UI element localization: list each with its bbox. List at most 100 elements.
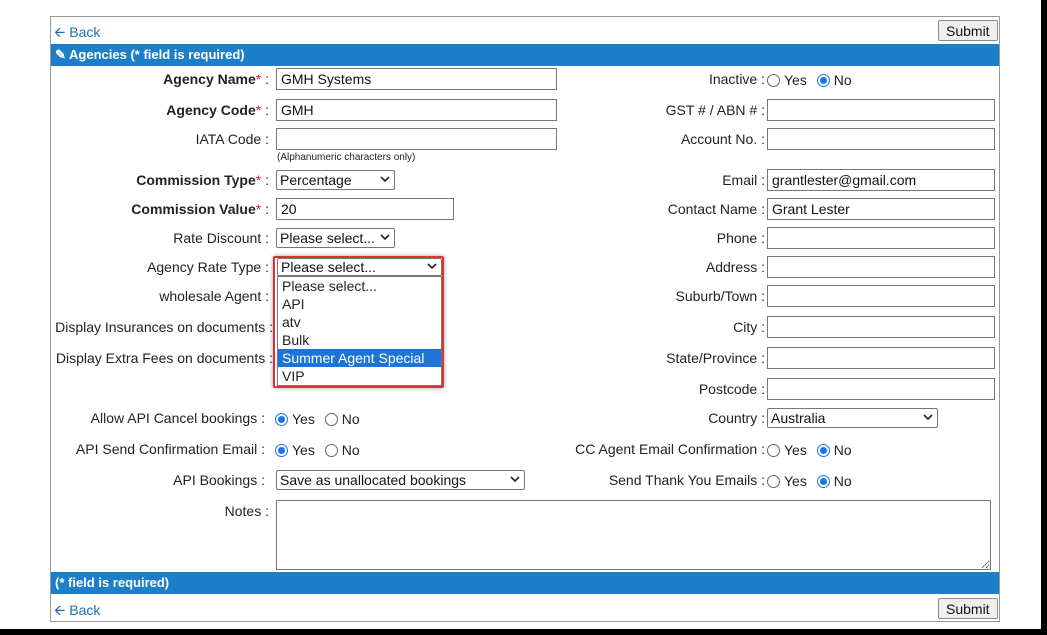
city-label: City : [733, 319, 765, 335]
cc-agent-email-label: CC Agent Email Confirmation : [575, 441, 765, 457]
state-label: State/Province : [666, 350, 765, 366]
dropdown-option[interactable]: VIP [278, 367, 441, 385]
send-thank-you-label: Send Thank You Emails : [608, 472, 765, 488]
allow-api-cancel-no-radio[interactable] [324, 413, 338, 426]
radio-label: No [341, 442, 360, 458]
rate-discount-select[interactable]: Please select... [276, 228, 395, 248]
agency-rate-type-dropdown: Please select... API atv Bulk Summer Age… [277, 276, 442, 386]
submit-button-bottom[interactable]: Submit [938, 598, 998, 619]
state-input[interactable] [767, 347, 995, 369]
radio-label: No [833, 442, 852, 458]
send-thank-you-no-radio[interactable] [816, 475, 830, 488]
phone-label: Phone : [716, 230, 765, 246]
commission-type-label: Commission Type* : [136, 172, 269, 188]
inactive-yes-radio[interactable] [767, 74, 780, 87]
api-bookings-label: API Bookings : [173, 472, 265, 488]
send-thank-you-yes-radio[interactable] [767, 475, 780, 488]
inactive-no-radio[interactable] [816, 74, 830, 87]
notes-textarea[interactable] [276, 500, 991, 570]
commission-value-label: Commission Value* : [131, 201, 269, 217]
chevron-down-icon [380, 176, 390, 183]
cc-agent-email-radio-group: Yes No [767, 442, 858, 458]
back-arrow-icon: 🡨 [54, 602, 66, 618]
radio-label: No [833, 473, 852, 489]
inactive-radio-group: Yes No [767, 72, 858, 88]
email-label: Email : [722, 172, 765, 188]
city-input[interactable] [767, 316, 995, 338]
api-send-confirmation-yes-radio[interactable] [275, 444, 288, 457]
agency-rate-type-value: Please select... [281, 259, 376, 275]
rate-discount-label: Rate Discount : [173, 230, 269, 246]
account-no-label: Account No. : [680, 131, 765, 147]
notes-label: Notes : [224, 503, 269, 519]
cc-agent-email-no-radio[interactable] [816, 444, 830, 457]
display-insurances-label: Display Insurances on documents : [55, 319, 273, 335]
dropdown-option[interactable]: Bulk [278, 331, 441, 349]
agency-name-input[interactable] [276, 68, 557, 90]
back-link-top[interactable]: 🡨 Back [54, 22, 100, 46]
form-footer-bar: (* field is required) [51, 572, 999, 594]
back-link-bottom[interactable]: 🡨 Back [54, 600, 100, 624]
dropdown-option[interactable]: Please select... [278, 277, 441, 295]
iata-code-label: IATA Code : [195, 131, 269, 147]
radio-label: Yes [292, 411, 315, 427]
contact-name-input[interactable] [767, 198, 995, 220]
radio-label: No [341, 411, 360, 427]
country-select[interactable]: Australia [767, 408, 938, 428]
api-bookings-value: Save as unallocated bookings [280, 472, 467, 488]
postcode-input[interactable] [767, 378, 995, 400]
dropdown-option[interactable]: API [278, 295, 441, 313]
iata-code-hint: (Alphanumeric characters only) [277, 152, 416, 163]
rate-discount-value: Please select... [280, 230, 375, 246]
postcode-label: Postcode : [698, 381, 765, 397]
commission-type-value: Percentage [280, 172, 352, 188]
back-label: Back [69, 24, 101, 40]
country-label: Country : [708, 410, 765, 426]
suburb-label: Suburb/Town : [675, 288, 766, 304]
commission-value-input[interactable] [276, 198, 454, 220]
screenshot-canvas: 🡨 Back Submit ✎ Agencies (* field is req… [0, 0, 1041, 629]
api-send-confirmation-label: API Send Confirmation Email : [75, 441, 265, 457]
suburb-input[interactable] [767, 285, 995, 307]
allow-api-cancel-label: Allow API Cancel bookings : [90, 410, 265, 426]
contact-name-label: Contact Name : [667, 201, 765, 217]
phone-input[interactable] [767, 227, 995, 249]
chevron-down-icon [427, 263, 437, 270]
form-header-bar: ✎ Agencies (* field is required) [51, 44, 999, 66]
radio-label: Yes [784, 473, 807, 489]
country-value: Australia [771, 410, 826, 426]
agency-code-input[interactable] [276, 99, 557, 121]
address-input[interactable] [767, 256, 995, 278]
agency-name-label: Agency Name* : [163, 71, 269, 87]
gst-abn-label: GST # / ABN # : [665, 102, 765, 118]
submit-button-top[interactable]: Submit [938, 20, 998, 41]
allow-api-cancel-yes-radio[interactable] [275, 413, 288, 426]
address-label: Address : [705, 259, 765, 275]
account-no-input[interactable] [767, 128, 995, 150]
dropdown-option-highlighted[interactable]: Summer Agent Special [278, 349, 441, 367]
agency-rate-type-select[interactable]: Please select... [277, 258, 442, 276]
dropdown-option[interactable]: atv [278, 313, 441, 331]
api-send-confirmation-radio-group: Yes No [275, 442, 366, 458]
agency-rate-type-label: Agency Rate Type : [147, 259, 269, 275]
api-bookings-select[interactable]: Save as unallocated bookings [276, 470, 525, 490]
send-thank-you-radio-group: Yes No [767, 473, 858, 489]
display-extra-fees-label: Display Extra Fees on documents : [55, 350, 273, 366]
email-input[interactable] [767, 169, 995, 191]
radio-label: Yes [784, 442, 807, 458]
chevron-down-icon [380, 234, 390, 241]
form-header-title: Agencies (* field is required) [69, 47, 245, 62]
back-label: Back [69, 602, 101, 618]
back-arrow-icon: 🡨 [54, 24, 66, 40]
gst-abn-input[interactable] [767, 99, 995, 121]
agency-code-label: Agency Code* : [166, 102, 269, 118]
iata-code-input[interactable] [276, 128, 557, 150]
api-send-confirmation-no-radio[interactable] [324, 444, 338, 457]
cc-agent-email-yes-radio[interactable] [767, 444, 780, 457]
agency-form-panel: 🡨 Back Submit ✎ Agencies (* field is req… [50, 16, 1000, 622]
radio-label: No [833, 72, 852, 88]
radio-label: Yes [784, 72, 807, 88]
chevron-down-icon [923, 414, 933, 421]
commission-type-select[interactable]: Percentage [276, 170, 395, 190]
wholesale-agent-label: wholesale Agent : [159, 288, 269, 304]
